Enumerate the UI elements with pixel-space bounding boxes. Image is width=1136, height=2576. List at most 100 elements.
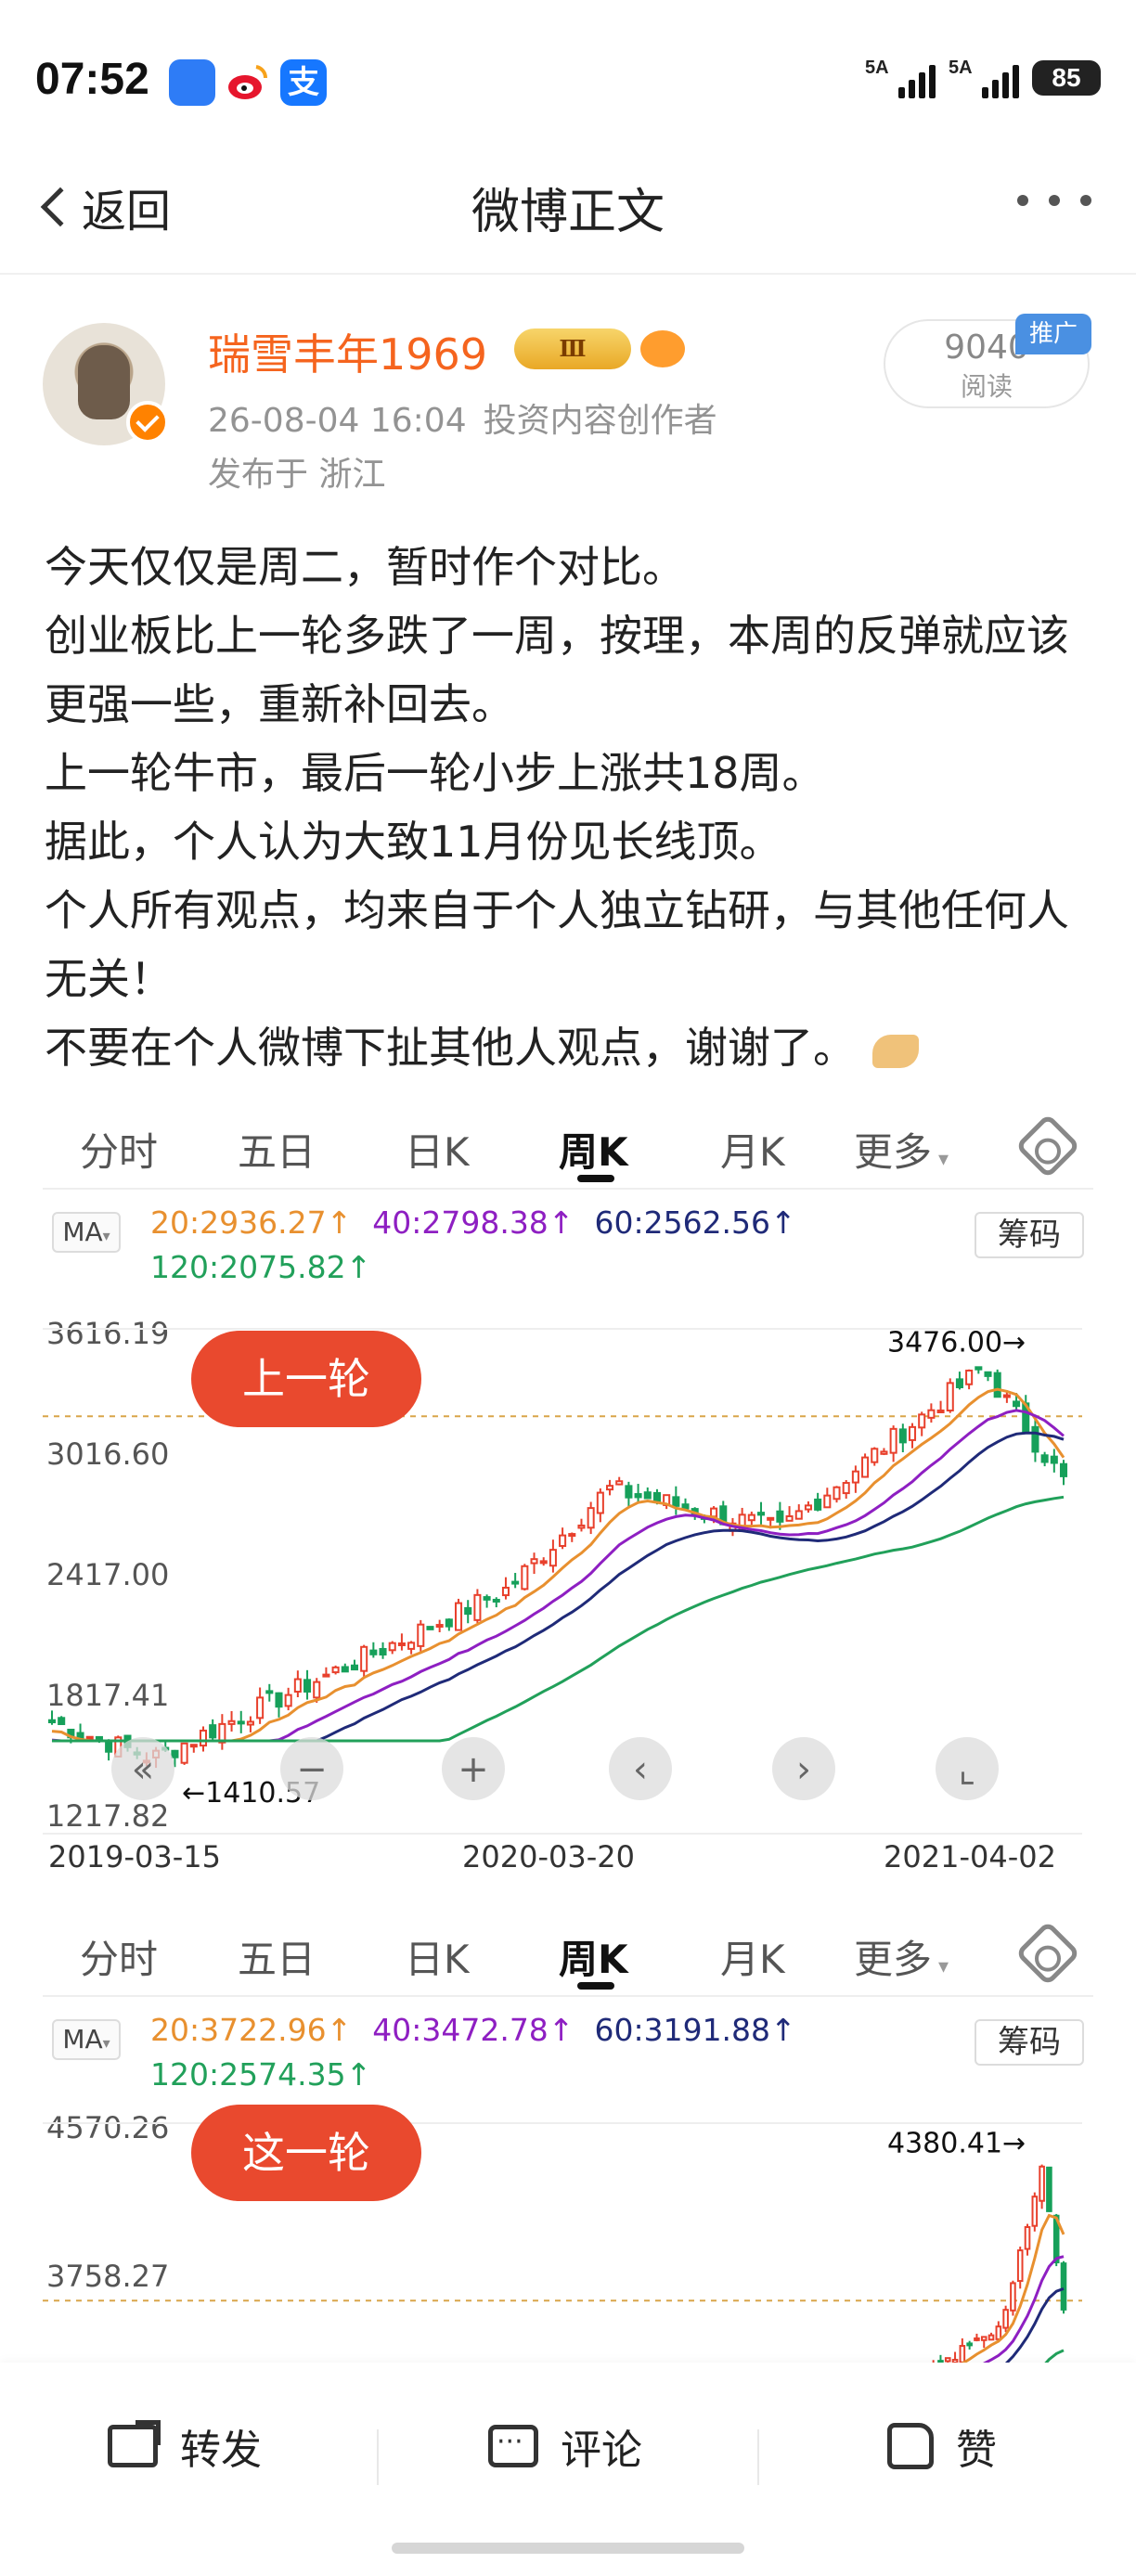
like-button[interactable]: 赞 [887, 2416, 997, 2476]
chip-button[interactable]: 筹码 [975, 2019, 1084, 2066]
views-label: 阅读 [960, 371, 1013, 402]
candle [995, 2325, 1002, 2340]
candle [303, 1679, 312, 1693]
candle [851, 1470, 859, 1484]
candle [1016, 2249, 1024, 2283]
ma60-value: 60:3191.88↑ [594, 2012, 796, 2048]
home-indicator [392, 2543, 744, 2554]
minus-icon: − [296, 1748, 328, 1791]
ma20-value: 20:2936.27↑ [150, 1204, 353, 1241]
candle [539, 1560, 548, 1565]
ma60-value: 60:2562.56↑ [594, 1204, 796, 1241]
comment-label: 评论 [561, 2427, 642, 2474]
round-tag: 这一轮 [191, 2105, 421, 2201]
candle [426, 1626, 434, 1630]
tab-monthly-k[interactable]: 月K [720, 1928, 785, 1985]
more-options-button[interactable] [1017, 195, 1091, 206]
candle [58, 1717, 66, 1725]
candle [483, 1596, 491, 1601]
tab-daily-k[interactable]: 日K [405, 1121, 470, 1178]
ma-row: MA▾ 20:2936.27↑ 40:2798.38↑ 60:2562.56↑ 12… [43, 1190, 1093, 1292]
clap-emoji-icon [872, 1034, 919, 1068]
crown-badge-icon[interactable]: Ⅲ [514, 328, 631, 369]
tab-more[interactable]: 更多 ▾ [854, 1121, 949, 1178]
candle [898, 1428, 907, 1444]
fish-badge-icon[interactable] [640, 330, 685, 367]
candle [256, 1696, 265, 1719]
fit-icon: ⌞ [959, 1748, 976, 1791]
candle [369, 1649, 378, 1655]
chevron-right-icon: › [796, 1748, 811, 1791]
candle [1059, 1462, 1068, 1477]
candle [1002, 1394, 1011, 1398]
candle [521, 1565, 529, 1591]
tab-five-day[interactable]: 五日 [238, 1928, 316, 1985]
candle [776, 1510, 784, 1523]
candle [360, 1645, 368, 1672]
settings-icon[interactable] [1014, 1920, 1081, 1987]
tab-timeshare[interactable]: 分时 [80, 1928, 158, 1985]
candle [246, 1720, 254, 1726]
candle [1031, 2196, 1039, 2227]
candle [842, 1482, 850, 1495]
ma40-line [51, 1409, 1065, 1743]
ma20-value: 20:3722.96↑ [150, 2012, 353, 2048]
comment-button[interactable]: 评论 [488, 2416, 642, 2476]
candle [596, 1491, 604, 1514]
candle [918, 1413, 926, 1429]
candle [199, 1729, 208, 1747]
candle [85, 1735, 94, 1740]
ma-dropdown[interactable]: MA▾ [52, 2019, 121, 2060]
candle [1040, 1454, 1049, 1463]
post-body: 今天仅仅是周二，暂时作个对比。 创业板比上一轮多跌了一周，按理，本周的反弹就应该… [45, 533, 1103, 1082]
candle [171, 1749, 179, 1758]
ma120-value: 120:2574.35↑ [150, 2056, 372, 2093]
candle [1046, 2166, 1052, 2212]
post-line: 个人所有观点，均来自于个人独立钻研，与其他任何人无关！ [45, 885, 1069, 1004]
candle [587, 1507, 595, 1529]
promo-tag[interactable]: 推广 [1015, 314, 1091, 354]
candle [473, 1593, 482, 1621]
candle [785, 1514, 794, 1522]
candle [747, 1513, 755, 1522]
tab-five-day[interactable]: 五日 [238, 1121, 316, 1178]
ma-dropdown[interactable]: MA▾ [52, 1212, 121, 1253]
candle [47, 1719, 57, 1724]
ma120-value: 120:2075.82↑ [150, 1249, 372, 1285]
author-name[interactable]: 瑞雪丰年1969 [208, 321, 487, 382]
tab-daily-k[interactable]: 日K [405, 1928, 470, 1985]
candle [936, 1409, 945, 1413]
candle [966, 2342, 973, 2347]
settings-icon[interactable] [1014, 1113, 1081, 1179]
candle [889, 1427, 897, 1454]
tab-monthly-k[interactable]: 月K [720, 1121, 785, 1178]
candle [833, 1486, 841, 1501]
signal-icon: 5A [865, 58, 936, 98]
repost-button[interactable]: 转发 [108, 2416, 262, 2476]
x-tick-label: 2020-03-20 [462, 1839, 635, 1874]
tab-more[interactable]: 更多 ▾ [854, 1928, 949, 1985]
candle [710, 1507, 718, 1518]
candle [445, 1618, 453, 1628]
candle [105, 1741, 113, 1753]
candle [559, 1534, 567, 1547]
like-label: 赞 [956, 2427, 997, 2474]
page-title: 微博正文 [471, 185, 665, 240]
ma-values: 20:2936.27↑ 40:2798.38↑ 60:2562.56↑ 120:20… [150, 1201, 817, 1290]
tab-weekly-k[interactable]: 周K [559, 1121, 628, 1178]
post-time: 26-08-04 16:04 [208, 402, 467, 440]
chip-button[interactable]: 筹码 [975, 1212, 1084, 1258]
tab-timeshare[interactable]: 分时 [80, 1121, 158, 1178]
candle [530, 1558, 538, 1565]
candle [577, 1524, 586, 1529]
candle [652, 1491, 661, 1503]
candle [965, 1369, 974, 1385]
candle [180, 1742, 188, 1764]
tab-weekly-k[interactable]: 周K [559, 1928, 628, 1985]
candle [804, 1504, 812, 1511]
ma-values: 20:3722.96↑ 40:3472.78↑ 60:3191.88↑ 120:25… [150, 2008, 817, 2097]
candlestick-chart[interactable]: 4570.26 3758.27 4380.41→ 这一轮 [43, 2099, 1093, 2368]
candle [76, 1732, 84, 1739]
candle [908, 1425, 917, 1441]
caret-down-icon: ▾ [932, 1955, 949, 1978]
